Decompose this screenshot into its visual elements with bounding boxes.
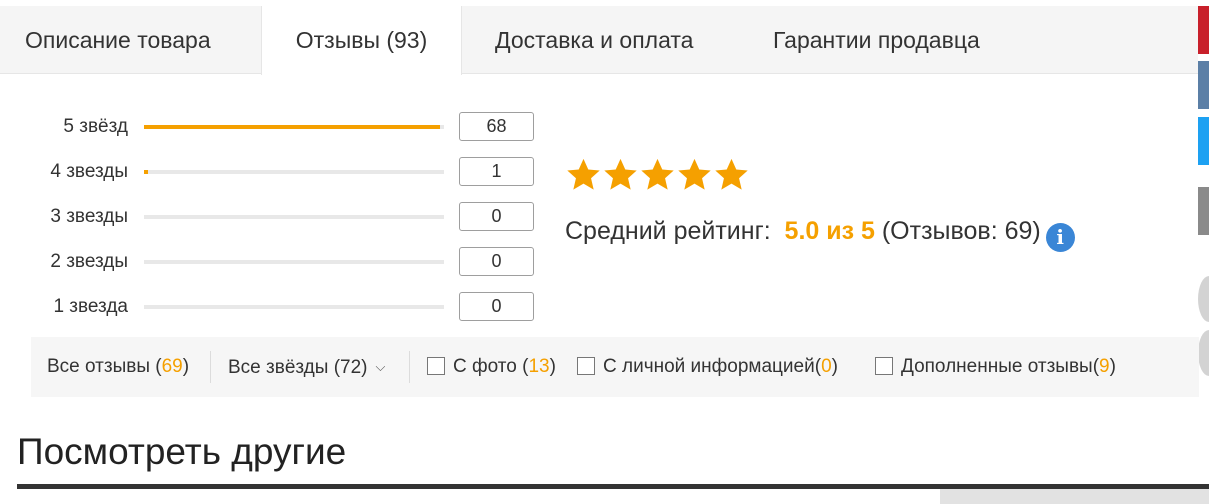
share-button-red[interactable] [1198, 6, 1209, 54]
star-icon [641, 158, 674, 190]
rating-count: 1 [459, 157, 534, 186]
rating-row-5[interactable]: 5 звёзд 68 [0, 112, 540, 142]
filter-with-photo-count: 13 [528, 356, 550, 377]
rating-bar-fill [144, 125, 440, 129]
filter-paren: ) [1109, 356, 1116, 377]
reviews-count: (Отзывов: 69) [881, 217, 1041, 245]
rating-row-1[interactable]: 1 звезда 0 [0, 292, 540, 322]
tab-seller-guarantees[interactable]: Гарантии продавца [748, 6, 1005, 74]
see-others-heading: Посмотреть другие [17, 431, 347, 472]
filter-all-stars-label: Все звёзды (72) [228, 357, 368, 378]
rating-count: 0 [459, 202, 534, 231]
rating-count: 0 [459, 292, 534, 321]
bottom-panel [940, 489, 1209, 504]
filter-personal-info-count: 0 [821, 356, 832, 377]
filter-supplemented-count: 9 [1099, 356, 1110, 377]
tab-description[interactable]: Описание товара [0, 6, 236, 74]
filter-paren: ) [549, 356, 556, 377]
filter-supplemented[interactable]: Дополненные отзывы(9) [875, 337, 1116, 397]
average-stars [565, 156, 750, 194]
rating-row-label: 1 звезда [53, 296, 128, 317]
with-photo-checkbox[interactable] [427, 357, 445, 375]
rating-bar [144, 305, 444, 309]
rating-bar [144, 170, 444, 174]
average-rating-value: 5.0 из 5 [784, 217, 875, 245]
average-rating-label: Средний рейтинг: [565, 217, 771, 245]
rating-row-3[interactable]: 3 звезды 0 [0, 202, 540, 232]
filter-personal-info[interactable]: С личной информацией(0) [577, 337, 838, 397]
filter-supplemented-label: Дополненные отзывы( [901, 356, 1100, 377]
average-rating: Средний рейтинг: 5.0 из 5 (Отзывов: 69) i [565, 214, 1075, 252]
vk-share-button[interactable] [1198, 61, 1209, 109]
twitter-share-button[interactable] [1198, 117, 1209, 165]
filter-all-reviews-label: Все отзывы ( [47, 356, 162, 377]
social-share-strip [1198, 0, 1209, 504]
filter-all-stars-dropdown[interactable]: Все звёзды (72) ⌵ [228, 337, 385, 397]
share-button-gray[interactable] [1198, 187, 1209, 235]
product-tabs: Описание товара Отзывы (93) Доставка и о… [0, 6, 1198, 75]
rating-row-2[interactable]: 2 звезды 0 [0, 247, 540, 277]
star-icon [715, 158, 748, 190]
rating-bar [144, 215, 444, 219]
rating-row-label: 4 звезды [50, 161, 128, 182]
filter-divider [409, 351, 410, 383]
rating-row-label: 2 звезды [50, 251, 128, 272]
rating-bar-fill [144, 170, 148, 174]
filter-with-photo-label: С фото ( [453, 356, 529, 377]
tab-reviews[interactable]: Отзывы (93) [261, 6, 462, 75]
filter-divider [210, 351, 211, 383]
filter-paren: ) [831, 356, 838, 377]
filter-with-photo[interactable]: С фото (13) [427, 337, 556, 397]
scroll-circle-button[interactable] [1198, 276, 1209, 322]
rating-row-4[interactable]: 4 звезды 1 [0, 157, 540, 187]
supplemented-checkbox[interactable] [875, 357, 893, 375]
tab-delivery-payment[interactable]: Доставка и оплата [470, 6, 718, 74]
info-icon[interactable]: i [1045, 223, 1075, 252]
chevron-down-icon: ⌵ [375, 359, 386, 374]
rating-row-label: 5 звёзд [63, 116, 128, 137]
rating-bar [144, 125, 444, 129]
rating-bar [144, 260, 444, 264]
star-icon [604, 158, 637, 190]
rating-row-label: 3 звезды [50, 206, 128, 227]
star-icon [567, 158, 600, 190]
filter-personal-info-label: С личной информацией( [603, 356, 822, 377]
filter-paren: ) [182, 356, 190, 377]
filter-all-reviews[interactable]: Все отзывы (69) [47, 337, 189, 397]
star-icon [678, 158, 711, 190]
review-filter-bar: Все отзывы (69) Все звёзды (72) ⌵ С фото … [31, 337, 1199, 397]
filter-all-reviews-count: 69 [161, 356, 183, 377]
rating-count: 68 [459, 112, 534, 141]
personal-info-checkbox[interactable] [577, 357, 595, 375]
rating-count: 0 [459, 247, 534, 276]
scroll-circle-button[interactable] [1198, 330, 1209, 376]
